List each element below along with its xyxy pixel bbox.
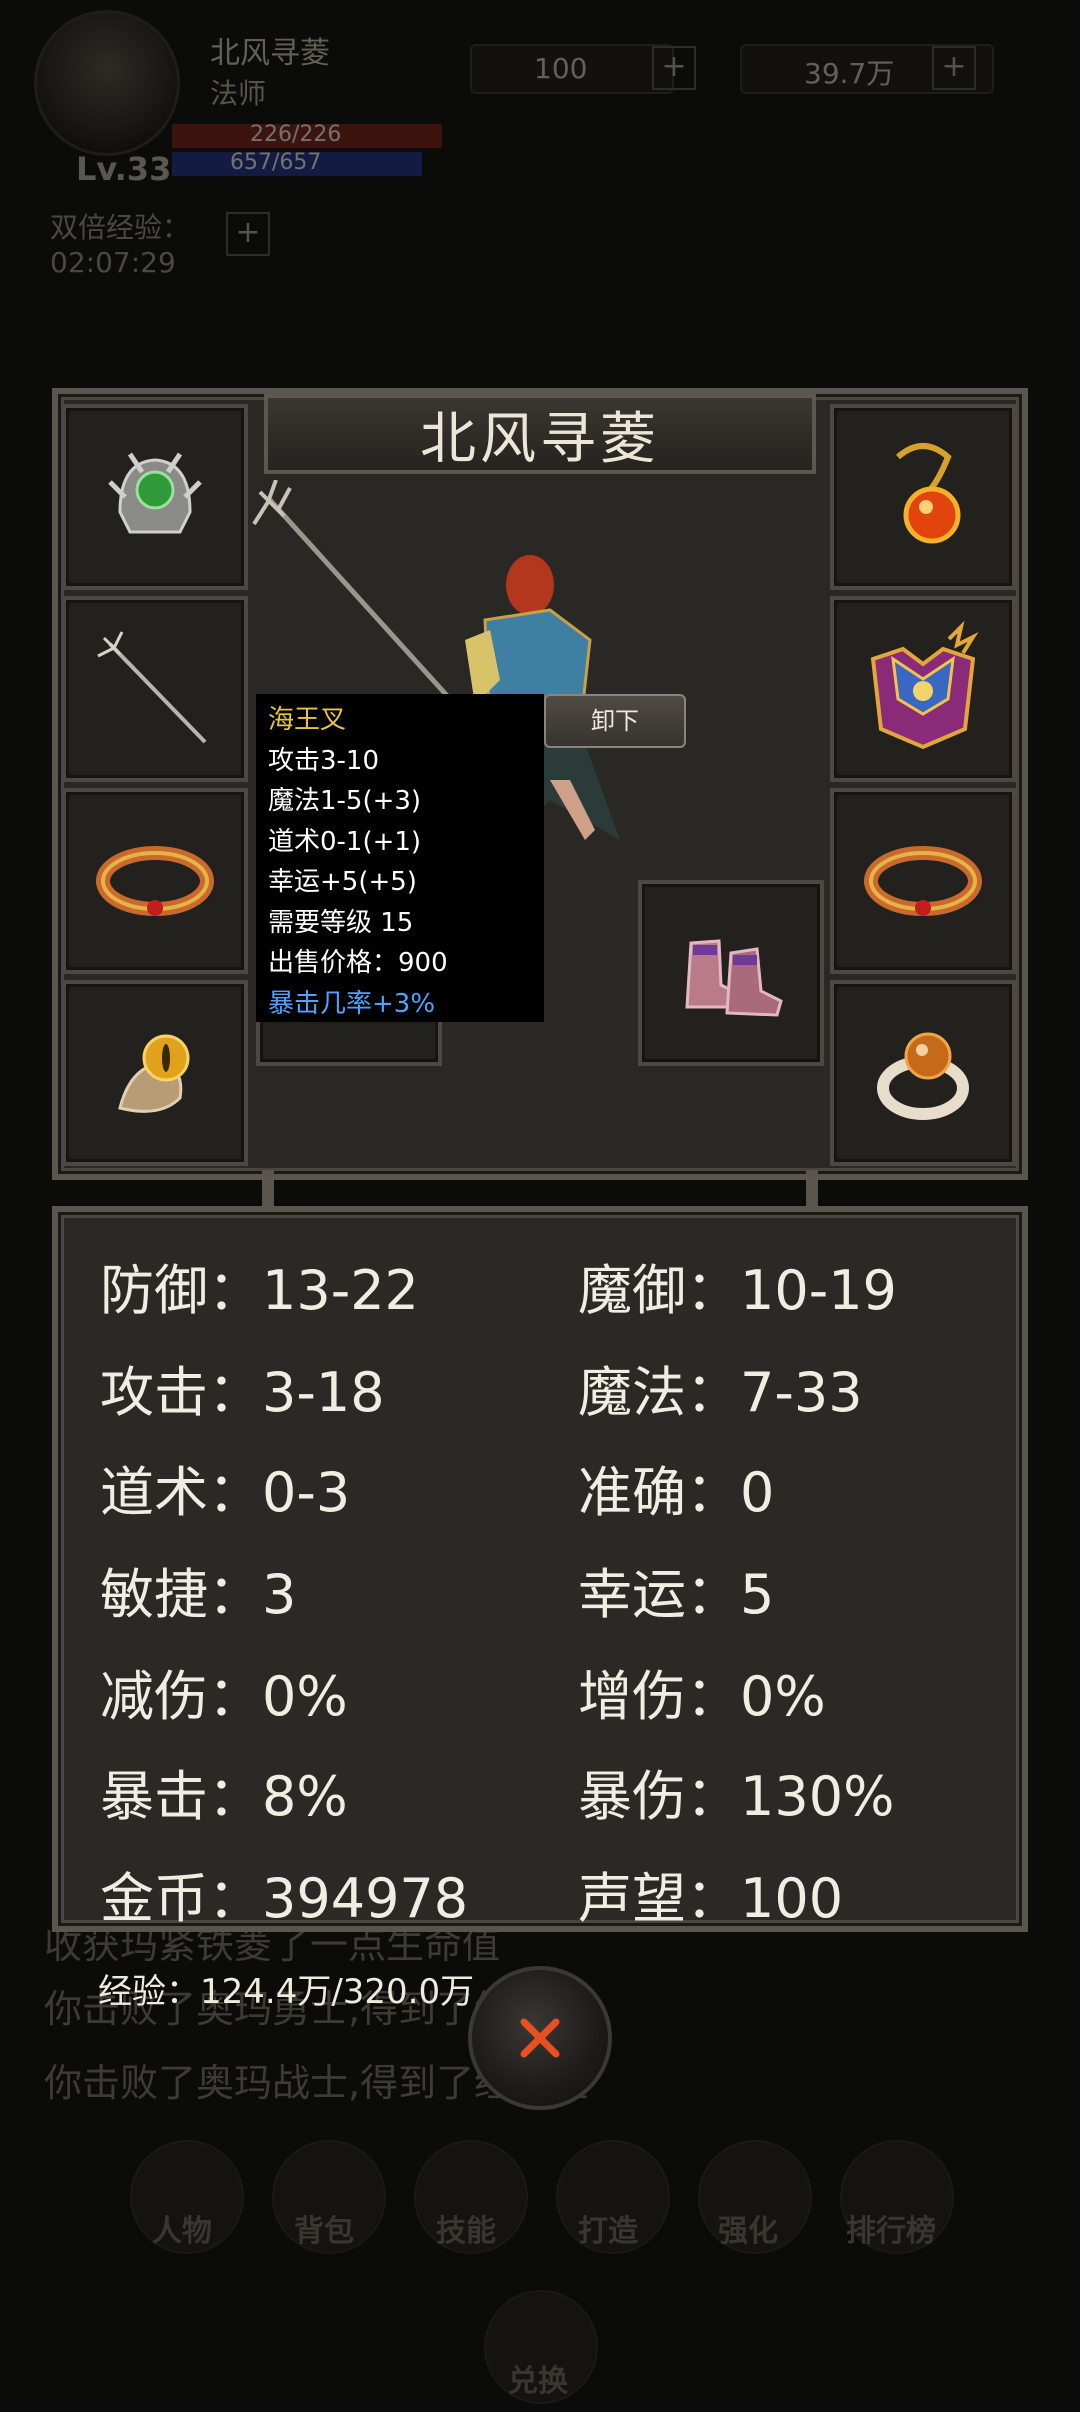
stat-label: 道术： (100, 1461, 262, 1524)
bracelet-right-slot[interactable] (830, 788, 1016, 974)
stat-value: 394978 (262, 1867, 469, 1930)
stat-agility: 敏捷：3 (100, 1550, 296, 1629)
stat-label: 准确： (578, 1461, 740, 1524)
stat-value: 0% (740, 1665, 826, 1728)
close-icon (520, 2018, 560, 2058)
stat-value: 5 (740, 1563, 775, 1626)
stat-value: 8% (262, 1765, 348, 1828)
stat-magic: 魔法：7-33 (578, 1348, 863, 1427)
player-name: 北风寻菱 (210, 36, 330, 71)
stat-label: 幸运： (578, 1563, 740, 1626)
stat-label: 防御： (100, 1259, 262, 1322)
stat-magic-defense: 魔御：10-19 (578, 1246, 897, 1325)
resource-ingot-add-button[interactable]: + (652, 46, 696, 90)
panel-connector (262, 1170, 274, 1210)
stat-crit-damage: 暴伤：130% (578, 1752, 894, 1831)
unequip-button[interactable]: 卸下 (544, 694, 686, 748)
bracelet-left-slot[interactable] (62, 788, 248, 974)
nav-label: 人物 (152, 2214, 212, 2249)
experience-text: 经验：124.4万/320.0万 (98, 1972, 475, 2012)
stat-label: 金币： (100, 1867, 262, 1930)
stat-label: 减伤： (100, 1665, 262, 1728)
item-name: 海王叉 (268, 705, 347, 735)
stat-value: 7-33 (740, 1361, 863, 1424)
stat-value: 3 (262, 1563, 297, 1626)
player-avatar[interactable] (34, 10, 180, 156)
nav-label: 强化 (718, 2214, 778, 2249)
character-name-title: 北风寻菱 (264, 394, 816, 474)
item-special-attr: 暴击几率+3% (268, 988, 436, 1019)
stat-value: 10-19 (740, 1259, 897, 1322)
stat-label: 魔御： (578, 1259, 740, 1322)
ring-icon (96, 846, 214, 916)
stat-attack: 攻击：3-18 (100, 1348, 385, 1427)
stat-damage-reduction: 减伤：0% (100, 1652, 348, 1731)
item-attr-line: 攻击3-10 (268, 745, 380, 776)
mp-text: 657/657 (230, 150, 322, 175)
stat-value: 3-18 (262, 1361, 385, 1424)
stat-gold: 金币：394978 (100, 1854, 468, 1933)
close-button[interactable] (468, 1966, 612, 2110)
item-attr-line: 道术0-1(+1) (268, 826, 422, 857)
nav-label: 排行榜 (846, 2214, 936, 2249)
stat-value: 100 (740, 1867, 844, 1930)
armor-icon (870, 620, 979, 750)
stat-luck: 幸运：5 (578, 1550, 774, 1629)
stat-value: 0 (740, 1461, 775, 1524)
stat-label: 敏捷： (100, 1563, 262, 1626)
item-attr-line: 出售价格：900 (268, 948, 448, 978)
armor-slot[interactable] (830, 596, 1016, 782)
helmet-icon (108, 452, 202, 534)
stat-taoism: 道术：0-3 (100, 1448, 350, 1527)
stat-value: 0-3 (262, 1461, 351, 1524)
resource-gold-value: 39.7万 (804, 57, 895, 90)
stat-prestige: 声望：100 (578, 1854, 843, 1933)
weapon-slot[interactable] (62, 596, 248, 782)
double-exp-label: 双倍经验： (50, 211, 191, 244)
resource-gold-add-button[interactable]: + (932, 46, 976, 90)
stat-value: 13-22 (262, 1259, 419, 1322)
player-level: Lv.33 (76, 150, 172, 188)
hp-text: 226/226 (250, 122, 342, 147)
nav-label: 打造 (578, 2214, 638, 2249)
stat-label: 暴击： (100, 1765, 262, 1828)
panel-connector (806, 1170, 818, 1210)
ring-icon (864, 846, 982, 916)
stat-value: 130% (740, 1765, 895, 1828)
stat-label: 增伤： (578, 1665, 740, 1728)
stat-value: 0% (262, 1665, 348, 1728)
stat-accuracy: 准确：0 (578, 1448, 774, 1527)
double-exp-add-button[interactable]: + (226, 212, 270, 256)
stat-crit: 暴击：8% (100, 1752, 348, 1831)
helmet-slot[interactable] (62, 404, 248, 590)
item-attr-line: 魔法1-5(+3) (268, 786, 422, 816)
item-attr-line: 需要等级 15 (268, 907, 414, 938)
necklace-icon (896, 443, 961, 544)
item-tooltip: 海王叉 攻击3-10 魔法1-5(+3) 道术0-1(+1) 幸运+5(+5) … (256, 694, 544, 1022)
stat-label: 魔法： (578, 1361, 740, 1424)
pearl-ring-icon (877, 1032, 969, 1120)
resource-ingot-value: 100 (534, 52, 588, 85)
stat-label: 暴伤： (578, 1765, 740, 1828)
resource-gold: 39.7万 + (740, 44, 994, 94)
nav-label: 背包 (294, 2214, 354, 2249)
double-exp-timer: 02:07:29 (50, 246, 176, 279)
item-attr-line: 幸运+5(+5) (268, 867, 417, 897)
stat-defense: 防御：13-22 (100, 1246, 419, 1325)
stat-damage-increase: 增伤：0% (578, 1652, 826, 1731)
necklace-slot[interactable] (830, 404, 1016, 590)
resource-ingot: 100 + (470, 44, 696, 94)
ring-left-slot[interactable] (62, 980, 248, 1166)
trident-icon (97, 631, 207, 744)
nav-label: 兑换 (508, 2364, 568, 2399)
stat-label: 攻击： (100, 1361, 262, 1424)
nav-label: 技能 (436, 2214, 496, 2249)
stat-label: 声望： (578, 1867, 740, 1930)
amber-ring-icon (118, 1034, 190, 1113)
player-class: 法师 (210, 77, 267, 110)
ring-right-slot[interactable] (830, 980, 1016, 1166)
